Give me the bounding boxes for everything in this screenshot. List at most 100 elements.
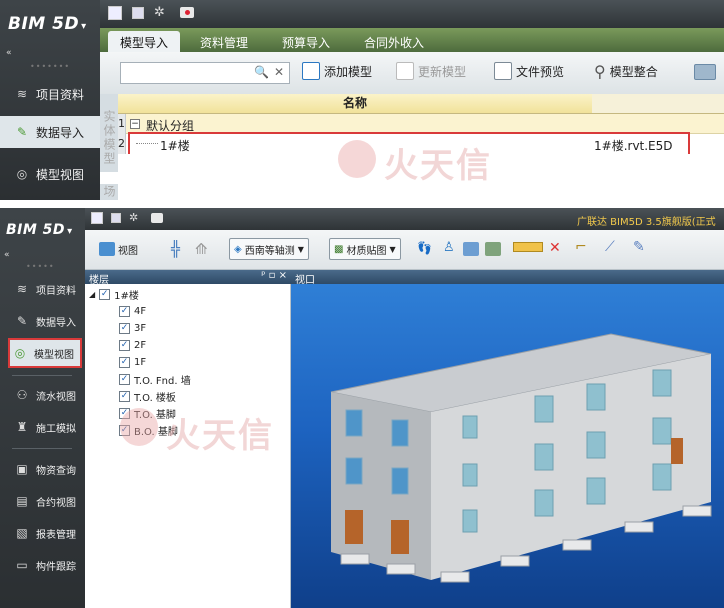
clear-measure-icon[interactable]: ✕ <box>549 240 561 256</box>
add-model-button[interactable]: 添加模型 <box>302 62 372 80</box>
folder-icon[interactable] <box>694 64 716 80</box>
measure-icon[interactable] <box>513 242 543 252</box>
model-view-screen: BIM 5D ▾ « ••••• ≋ 项目资料 ✎ 数据导入 ◎ 模型视图 ⚇ 流水视图 … <box>0 208 724 608</box>
gear-icon[interactable]: ✲ <box>154 5 165 20</box>
tree-item[interactable]: ✓ T.O. 楼板 <box>85 388 290 405</box>
sidebar: BIM 5D ▾ « ••••••• ≋ 项目资料 ✎ 数据导入 ◎ 模型视图 <box>0 0 100 200</box>
sidebar-item-data-import[interactable]: ✎ 数据导入 <box>0 116 100 148</box>
search-icon[interactable]: 🔍 <box>254 65 269 79</box>
tab-document-management[interactable]: 资料管理 <box>200 34 248 51</box>
table-row[interactable]: − 默认分组 <box>126 114 724 134</box>
collapse-icon[interactable]: « <box>6 48 12 58</box>
structure-icon[interactable]: ╬ <box>171 240 180 258</box>
sidebar-item-data-import[interactable]: ✎ 数据导入 <box>0 308 85 334</box>
sidebar-item-label: 流水视图 <box>36 391 76 403</box>
tab-model-import[interactable]: 模型导入 <box>108 31 181 52</box>
home-icon[interactable] <box>91 212 103 224</box>
sidebar-item-contract-view[interactable]: ▤ 合约视图 <box>0 488 85 514</box>
row-number: 1 <box>118 114 126 134</box>
home-icon[interactable] <box>108 6 122 20</box>
door <box>345 510 363 544</box>
screenshot-icon[interactable] <box>485 242 501 256</box>
save-icon[interactable] <box>111 213 121 223</box>
checkbox[interactable]: ✓ <box>119 374 130 385</box>
search-field[interactable] <box>121 63 251 83</box>
sidebar-item-model-view[interactable]: ◎ 模型视图 <box>8 338 82 368</box>
sidebar-item-project-data[interactable]: ≋ 项目资料 <box>0 80 100 108</box>
update-file-icon <box>396 62 414 80</box>
entity-model-label: 实体模型 <box>100 94 118 172</box>
chevron-down-icon: ▼ <box>389 244 396 254</box>
add-file-icon <box>302 62 320 80</box>
app-logo[interactable]: BIM 5D ▾ <box>6 222 73 238</box>
expand-icon[interactable]: ◢ <box>89 290 95 299</box>
collapse-icon[interactable]: « <box>4 250 10 260</box>
file-preview-button[interactable]: 文件预览 <box>494 62 564 80</box>
flow-icon: ⚇ <box>16 388 28 402</box>
tree-item-label: 1F <box>134 357 147 368</box>
model-view-icon: ◎ <box>14 346 26 360</box>
section-icon[interactable]: ⌐ <box>575 239 587 255</box>
view-button[interactable]: 视图 <box>99 238 138 260</box>
contract-icon: ▤ <box>16 494 28 508</box>
checkbox[interactable]: ✓ <box>119 306 130 317</box>
sidebar-item-reports[interactable]: ▧ 报表管理 <box>0 520 85 546</box>
3d-viewport[interactable] <box>291 284 724 608</box>
texture-label: 材质贴图 <box>346 245 387 257</box>
sidebar-item-component-tracking[interactable]: ▭ 构件跟踪 <box>0 552 85 578</box>
layers-icon: ≋ <box>16 87 28 101</box>
panel-controls-icon[interactable]: ᵖ ▫ × <box>261 270 287 281</box>
sidebar-item-label: 项目资料 <box>36 285 76 297</box>
tree-item[interactable]: ✓ 3F <box>85 320 290 337</box>
view-direction-dropdown[interactable]: ◈ 西南等轴测 ▼ <box>229 238 309 260</box>
checkbox[interactable]: ✓ <box>119 357 130 368</box>
collapse-group-icon[interactable]: − <box>130 119 140 129</box>
tree-root[interactable]: ◢ ✓ 1#楼 <box>85 286 290 303</box>
sidebar-item-project-data[interactable]: ≋ 项目资料 <box>0 276 85 302</box>
sidebar-item-model-view[interactable]: ◎ 模型视图 <box>0 160 100 188</box>
gear-icon[interactable]: ✲ <box>129 211 138 224</box>
tree-item-label: 2F <box>134 340 147 351</box>
sidebar-item-materials[interactable]: ▣ 物资查询 <box>0 456 85 482</box>
sidebar-item-label: 数据导入 <box>36 317 76 329</box>
tree-item-label: T.O. Fnd. 墙 <box>134 376 191 387</box>
model-view-icon: ◎ <box>16 167 28 181</box>
app-logo[interactable]: BIM 5D ▾ <box>8 14 87 34</box>
tab-extra-income[interactable]: 合同外收入 <box>364 34 424 51</box>
tree-item[interactable]: ✓ 2F <box>85 337 290 354</box>
update-model-button[interactable]: 更新模型 <box>396 62 466 80</box>
clear-icon[interactable]: ✕ <box>274 65 284 79</box>
checkbox[interactable]: ✓ <box>119 323 130 334</box>
tree-item[interactable]: ✓ T.O. Fnd. 墙 <box>85 371 290 388</box>
sidebar-item-label: 数据导入 <box>36 125 85 140</box>
column-header-name[interactable]: 名称 <box>118 94 592 114</box>
person-icon[interactable]: ♙ <box>443 240 455 255</box>
checkbox[interactable]: ✓ <box>119 391 130 402</box>
panel-gap <box>0 200 724 208</box>
save-icon[interactable] <box>132 7 144 19</box>
tree-item[interactable]: ✓ 4F <box>85 303 290 320</box>
preview-icon <box>494 62 512 80</box>
close-project-icon[interactable] <box>151 213 163 223</box>
brush-icon[interactable]: ⟋ <box>605 239 615 255</box>
checkbox[interactable]: ✓ <box>119 340 130 351</box>
tree-item-label: 4F <box>134 306 147 317</box>
sidebar-item-construction-sim[interactable]: ♜ 施工模拟 <box>0 414 85 440</box>
tree-structure-icon[interactable]: ⟰ <box>195 240 208 258</box>
sidebar-separator <box>12 448 72 449</box>
close-project-icon[interactable] <box>180 7 194 18</box>
texture-dropdown[interactable]: ▩ 材质贴图 ▼ <box>329 238 401 260</box>
tab-budget-import[interactable]: 预算导入 <box>282 34 330 51</box>
pen-icon[interactable]: ✎ <box>633 239 645 255</box>
add-model-label: 添加模型 <box>324 64 373 79</box>
model-integrate-button[interactable]: ⚲ 模型整合 <box>594 62 658 81</box>
grid-view-icon[interactable] <box>463 242 479 256</box>
report-icon: ▧ <box>16 526 28 540</box>
walk-icon[interactable]: 👣 <box>417 241 432 255</box>
monitor-icon <box>99 242 115 256</box>
search-input[interactable]: 🔍 ✕ <box>120 62 290 84</box>
sidebar-item-flow-view[interactable]: ⚇ 流水视图 <box>0 382 85 408</box>
tree-item[interactable]: ✓ 1F <box>85 354 290 371</box>
checkbox[interactable]: ✓ <box>99 289 111 300</box>
ribbon-toolbar: 🔍 ✕ 添加模型 更新模型 文件预览 ⚲ 模型整合 <box>100 52 724 94</box>
